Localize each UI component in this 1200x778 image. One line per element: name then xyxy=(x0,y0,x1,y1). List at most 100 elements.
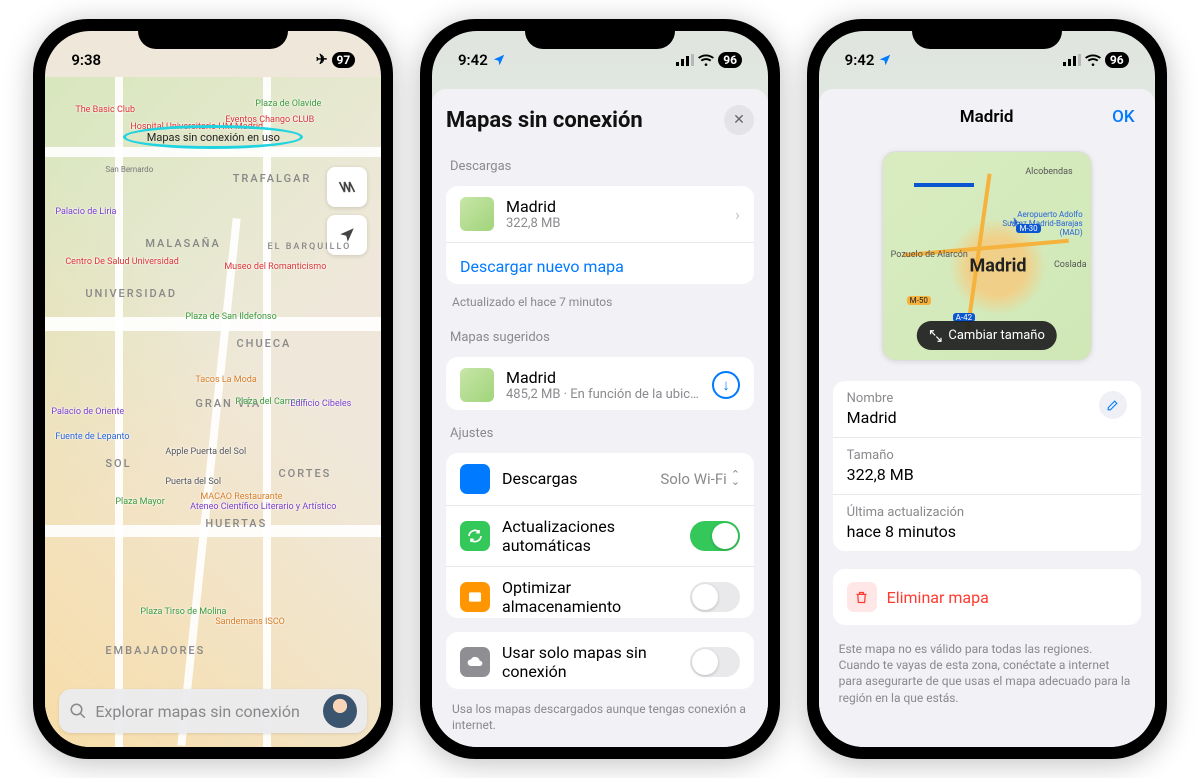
trash-icon xyxy=(847,582,877,612)
resize-icon xyxy=(928,329,942,343)
map-thumbnail-icon xyxy=(460,368,494,402)
battery-level: 96 xyxy=(718,52,742,68)
downloaded-map-row[interactable]: Madrid 322,8 MB › xyxy=(446,186,754,243)
map-district-label: CORTES xyxy=(278,467,331,480)
map-poi: Plaza Tirso de Molina xyxy=(140,607,226,617)
close-button[interactable]: ✕ xyxy=(724,105,754,135)
map-poi: The Basic Club xyxy=(75,105,135,115)
setting-downloads-mode[interactable]: Descargas Solo Wi-Fi ⌃⌄ xyxy=(446,453,754,506)
sheet-title: Mapas sin conexión xyxy=(446,108,643,133)
map-area-preview[interactable]: Alcobendas Pozuelo de Alarcón Coslada Ae… xyxy=(882,151,1092,361)
settings-card: Descargas Solo Wi-Fi ⌃⌄ Actualizaciones … xyxy=(446,453,754,618)
suggested-map-name: Madrid xyxy=(506,368,700,387)
detail-title: Madrid xyxy=(960,107,1014,127)
map-district-label: EL BARQUILLO xyxy=(268,242,352,252)
resize-area-button[interactable]: Cambiar tamaño xyxy=(916,321,1056,350)
phone-mockup-3: 9:42 96 Madrid OK xyxy=(807,19,1167,759)
resize-label: Cambiar tamaño xyxy=(948,328,1044,343)
map-poi: Palacio de Liria xyxy=(55,207,116,217)
preview-poi: Alcobendas xyxy=(1025,167,1072,177)
optimize-storage-toggle[interactable] xyxy=(690,582,740,612)
map-district-label: CHUECA xyxy=(236,337,291,350)
phone-notch xyxy=(912,19,1062,49)
offline-only-toggle[interactable] xyxy=(690,647,740,677)
detail-value: Madrid xyxy=(847,408,897,427)
detail-value: hace 8 minutos xyxy=(847,522,964,541)
search-bar[interactable]: Explorar mapas sin conexión xyxy=(59,689,367,733)
user-avatar[interactable] xyxy=(323,694,357,728)
setting-auto-updates: Actualizaciones automáticas xyxy=(446,506,754,567)
setting-offline-only-label: Usar solo mapas sin conexión xyxy=(502,643,678,681)
signal-icon xyxy=(676,54,694,66)
map-canvas[interactable]: Mapas sin conexión en uso TRAFALGAR MALA… xyxy=(45,77,381,747)
settings-sheet: Mapas sin conexión ✕ Descargas Madrid 32… xyxy=(432,89,768,747)
cloud-off-icon xyxy=(460,647,490,677)
status-time: 9:42 xyxy=(458,51,488,69)
status-time: 9:38 xyxy=(71,51,101,69)
download-new-map-button[interactable]: Descargar nuevo mapa xyxy=(446,243,754,284)
signal-icon xyxy=(1063,54,1081,66)
setting-optimize-storage: Optimizar almacenamiento xyxy=(446,567,754,618)
delete-map-card: Eliminar mapa xyxy=(833,569,1141,625)
setting-optimize-label: Optimizar almacenamiento xyxy=(502,578,678,616)
delete-map-button[interactable]: Eliminar mapa xyxy=(833,569,1141,625)
phone-mockup-1: 9:38 ✈ 97 Mapas sin conexión en uso xyxy=(33,19,393,759)
detail-label: Nombre xyxy=(847,391,897,406)
map-detail-screen: 9:42 96 Madrid OK xyxy=(819,31,1155,747)
close-icon: ✕ xyxy=(733,112,745,128)
map-poi: Museo del Romanticismo xyxy=(224,262,326,272)
edit-name-button[interactable] xyxy=(1099,391,1127,419)
setting-auto-updates-label: Actualizaciones automáticas xyxy=(502,517,678,555)
map-poi: Sandemans ISCO xyxy=(215,617,285,627)
offline-only-card: Usar solo mapas sin conexión xyxy=(446,632,754,689)
phone-notch xyxy=(138,19,288,49)
auto-updates-toggle[interactable] xyxy=(690,521,740,551)
suggested-map-row[interactable]: Madrid 485,2 MB · En función de la ubica… xyxy=(446,357,754,410)
detail-row-name: Nombre Madrid xyxy=(833,381,1141,438)
suggested-map-sub: 485,2 MB · En función de la ubicación… xyxy=(506,387,700,402)
location-services-icon xyxy=(492,53,506,67)
download-new-map-label: Descargar nuevo mapa xyxy=(460,257,624,276)
map-district-label: MALASAÑA xyxy=(145,237,221,250)
battery-level: 97 xyxy=(332,52,356,68)
search-icon xyxy=(69,702,87,720)
suggested-card: Madrid 485,2 MB · En función de la ubica… xyxy=(446,357,754,410)
airplane-mode-icon: ✈ xyxy=(316,52,328,68)
chevron-right-icon: › xyxy=(735,205,740,224)
map-district-label: TRAFALGAR xyxy=(233,172,312,185)
map-poi: Palacio de Oriente xyxy=(51,407,124,417)
refresh-icon xyxy=(460,521,490,551)
preview-poi: Coslada xyxy=(1054,260,1087,270)
setting-offline-only: Usar solo mapas sin conexión xyxy=(446,632,754,689)
wifi-icon xyxy=(698,54,714,66)
preview-poi: Pozuelo de Alarcón xyxy=(891,250,968,260)
download-icon xyxy=(460,464,490,494)
ok-button[interactable]: OK xyxy=(1112,107,1134,127)
sheet-header: Mapas sin conexión ✕ xyxy=(446,103,754,143)
detail-label: Tamaño xyxy=(847,448,914,463)
section-label-sugeridos: Mapas sugeridos xyxy=(450,330,750,345)
download-button[interactable]: ↓ xyxy=(712,371,740,399)
offline-only-footnote: Usa los mapas descargados aunque tengas … xyxy=(446,697,754,737)
map-details-card: Nombre Madrid Tamaño 322,8 MB xyxy=(833,381,1141,551)
map-poi: Apple Puerta del Sol xyxy=(165,447,246,457)
detail-header: Madrid OK xyxy=(833,103,1141,137)
downloaded-map-name: Madrid xyxy=(506,197,723,216)
detail-row-size: Tamaño 322,8 MB xyxy=(833,438,1141,495)
section-label-ajustes: Ajustes xyxy=(450,426,750,441)
map-layers-button[interactable] xyxy=(327,167,367,207)
preview-city-label: Madrid xyxy=(970,256,1027,277)
offline-maps-banner: Mapas sin conexión en uso xyxy=(123,125,303,149)
search-placeholder: Explorar mapas sin conexión xyxy=(95,702,315,721)
delete-map-label: Eliminar mapa xyxy=(887,588,989,607)
section-label-descargas: Descargas xyxy=(450,159,750,174)
battery-level: 96 xyxy=(1105,52,1129,68)
downloads-card: Madrid 322,8 MB › Descargar nuevo mapa xyxy=(446,186,754,284)
setting-downloads-label: Descargas xyxy=(502,469,648,488)
detail-label: Última actualización xyxy=(847,505,964,520)
offline-maps-settings-screen: 9:42 96 Mapas sin conexión ✕ xyxy=(432,31,768,747)
map-street-label: San Bernardo xyxy=(105,165,153,174)
download-arrow-icon: ↓ xyxy=(722,376,730,394)
storage-icon xyxy=(460,582,490,612)
map-district-label: GRAN VÍA xyxy=(195,397,261,410)
